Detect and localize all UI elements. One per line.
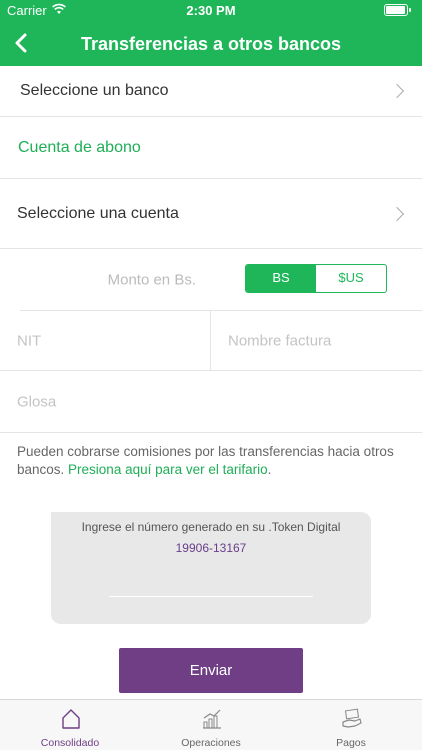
fees-note: Pueden cobrarse comisiones por las trans… bbox=[17, 443, 409, 479]
glosa-row: Glosa bbox=[0, 371, 422, 433]
credit-account-section: Cuenta de abono bbox=[0, 117, 422, 179]
status-bar: Carrier 2:30 PM bbox=[0, 0, 422, 22]
chevron-right-icon bbox=[389, 83, 405, 99]
bank-select-label: Seleccione un banco bbox=[20, 82, 169, 99]
fees-note-end: . bbox=[267, 462, 272, 477]
home-icon bbox=[62, 709, 80, 729]
tab-pagos[interactable]: Pagos bbox=[281, 700, 421, 750]
token-card: Ingrese el número generado en su .Token … bbox=[51, 512, 371, 624]
token-input[interactable] bbox=[109, 596, 313, 597]
send-button[interactable]: Enviar bbox=[119, 648, 303, 693]
battery-icon bbox=[384, 4, 411, 16]
amount-input[interactable]: Monto en Bs. bbox=[108, 271, 196, 288]
currency-usd-option[interactable]: $US bbox=[316, 265, 386, 292]
navigation-bar: Transferencias a otros bancos bbox=[0, 22, 422, 66]
chevron-right-icon bbox=[389, 206, 405, 221]
currency-bs-option[interactable]: BS bbox=[246, 265, 316, 292]
account-select-label: Seleccione una cuenta bbox=[17, 204, 179, 222]
currency-toggle[interactable]: BS $US bbox=[245, 264, 387, 293]
tab-operaciones[interactable]: Operaciones bbox=[141, 700, 281, 750]
page-title: Transferencias a otros bancos bbox=[80, 34, 342, 54]
tab-consolidado[interactable]: Consolidado bbox=[0, 700, 140, 750]
nit-input[interactable]: NIT bbox=[17, 332, 41, 349]
amount-row: Monto en Bs. BS $US bbox=[20, 249, 422, 311]
glosa-input[interactable]: Glosa bbox=[17, 393, 56, 410]
field-divider bbox=[210, 311, 211, 370]
payments-icon bbox=[342, 708, 362, 728]
section-title: Cuenta de abono bbox=[18, 138, 141, 156]
tab-label: Operaciones bbox=[181, 737, 241, 749]
tab-bar: Consolidado Operaciones Pagos bbox=[0, 699, 422, 750]
billing-row: NIT Nombre factura bbox=[0, 311, 422, 371]
fees-link[interactable]: Presiona aquí para ver el tarifario bbox=[68, 462, 268, 477]
invoice-name-input[interactable]: Nombre factura bbox=[228, 332, 331, 349]
clock: 2:30 PM bbox=[186, 3, 236, 18]
bank-select-row[interactable]: Seleccione un banco bbox=[0, 66, 422, 117]
tab-label: Pagos bbox=[336, 737, 366, 749]
tab-label: Consolidado bbox=[40, 737, 100, 749]
account-select-row[interactable]: Seleccione una cuenta bbox=[0, 179, 422, 249]
token-generated-number: 19906-13167 bbox=[175, 541, 247, 553]
chart-icon bbox=[203, 709, 221, 729]
token-hint: Ingrese el número generado en su .Token … bbox=[81, 520, 341, 534]
top-bar: Carrier 2:30 PM Transferencias a otros b… bbox=[0, 0, 422, 66]
